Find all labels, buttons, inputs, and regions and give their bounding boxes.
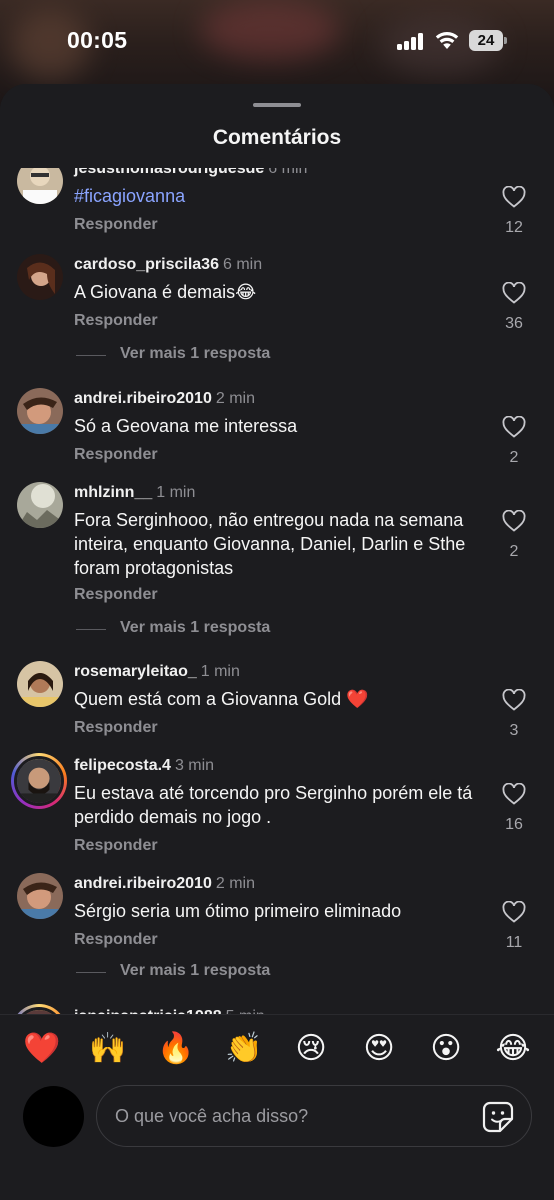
heart-icon[interactable] (502, 416, 526, 438)
view-more-replies-label: Ver mais 1 resposta (120, 619, 271, 636)
comment-username[interactable]: felipecosta.4 (74, 757, 171, 774)
avatar[interactable] (17, 482, 63, 528)
comment-username[interactable]: andrei.ribeiro2010 (74, 875, 212, 892)
like-count: 12 (505, 219, 523, 236)
status-bar: 00:05 24 (0, 0, 554, 84)
reply-button[interactable]: Responder (74, 216, 158, 234)
wifi-icon (435, 32, 459, 49)
comment-item: mhlzinn__ 1 min Fora Serginhooo, não entr… (0, 478, 554, 648)
comment-text: Fora Serginhooo, não entregou nada na se… (74, 510, 466, 578)
comment-header: rosemaryleitao_ 1 min (74, 663, 240, 681)
reply-button[interactable]: Responder (74, 586, 158, 604)
battery-level: 24 (469, 30, 503, 51)
emoji-raised-hands-button[interactable]: 🙌 (89, 1031, 126, 1067)
comment-input-container[interactable] (96, 1085, 532, 1147)
comment-header: felipecosta.4 3 min (74, 757, 214, 775)
like-count: 36 (505, 315, 523, 332)
comment-username[interactable]: mhlzinn__ (74, 484, 152, 501)
heart-icon[interactable] (502, 689, 526, 711)
comment-item: andrei.ribeiro2010 2 min Sérgio seria um … (0, 869, 554, 989)
comment-item: felipecosta.4 3 min Eu estava até torcend… (0, 751, 554, 866)
comment-text: Só a Geovana me interessa (74, 416, 298, 436)
comment-input[interactable] (115, 1086, 475, 1146)
comment-header: cardoso_priscila36 6 min (74, 256, 262, 274)
sticker-icon[interactable] (481, 1100, 515, 1134)
reply-button[interactable]: Responder (74, 312, 158, 330)
comment-time: 1 min (156, 484, 196, 501)
comment-time: 3 min (174, 757, 215, 774)
like-count: 2 (509, 449, 519, 466)
avatar[interactable] (17, 254, 63, 300)
like-count: 3 (509, 722, 519, 739)
comment-hashtag[interactable]: #ficagiovanna (74, 184, 484, 208)
heart-icon[interactable] (502, 186, 526, 208)
comment-username[interactable]: andrei.ribeiro2010 (74, 390, 212, 407)
comment-header: andrei.ribeiro2010 2 min (74, 390, 255, 408)
emoji-laughing-button[interactable]: 😂 (495, 1031, 531, 1067)
comment-username[interactable]: cardoso_priscila36 (74, 256, 219, 273)
comment-time: 1 min (200, 663, 240, 680)
reply-button[interactable]: Responder (74, 931, 158, 949)
like-count: 16 (505, 816, 523, 833)
heart-icon[interactable] (502, 282, 526, 304)
avatar[interactable] (17, 873, 63, 919)
comment-time: 2 min (215, 875, 255, 892)
emoji-surprised-button[interactable]: 😮 (428, 1031, 464, 1067)
view-more-replies-label: Ver mais 1 resposta (120, 962, 271, 979)
status-time: 00:05 (67, 27, 128, 53)
emoji-heart-button[interactable]: ❤️ (23, 1031, 60, 1067)
heart-icon[interactable] (502, 510, 526, 532)
comment-text: Eu estava até torcendo pro Serginho poré… (74, 783, 473, 827)
avatar[interactable] (17, 388, 63, 434)
comment-text: Sérgio seria um ótimo primeiro eliminado (74, 901, 402, 921)
reply-button[interactable]: Responder (74, 719, 158, 737)
my-avatar (23, 1086, 84, 1147)
comment-text: A Giovana é demais😂 (74, 282, 257, 302)
reply-button[interactable]: Responder (74, 837, 158, 855)
battery-icon: 24 (469, 30, 507, 51)
comment-text: Quem está com a Giovanna Gold ❤️ (74, 689, 369, 709)
heart-icon[interactable] (502, 901, 526, 923)
comment-header: andrei.ribeiro2010 2 min (74, 875, 255, 893)
avatar[interactable] (17, 661, 63, 707)
heart-icon[interactable] (502, 783, 526, 805)
composer-bar: ❤️ 🙌 🔥 👏 😢 😍 😮 😂 (0, 1014, 554, 1200)
comment-header: mhlzinn__ 1 min (74, 484, 195, 502)
sheet-title: Comentários (212, 126, 342, 149)
reply-button[interactable]: Responder (74, 446, 158, 464)
comment-item: cardoso_priscila36 6 min A Giovana é dema… (0, 250, 554, 370)
avatar-story-ring[interactable] (11, 753, 67, 809)
comment-item: andrei.ribeiro2010 2 min Só a Geovana me … (0, 384, 554, 474)
emoji-fire-button[interactable]: 🔥 (157, 1031, 194, 1067)
emoji-heart-eyes-button[interactable]: 😍 (361, 1031, 397, 1067)
like-count: 2 (509, 543, 519, 560)
view-more-replies-label: Ver mais 1 resposta (120, 345, 271, 362)
like-count: 11 (505, 934, 523, 951)
comment-time: 6 min (222, 256, 263, 273)
comment-item: rosemaryleitao_ 1 min Quem está com a Gio… (0, 657, 554, 747)
comment-username[interactable]: rosemaryleitao_ (74, 663, 197, 680)
emoji-clap-button[interactable]: 👏 (225, 1031, 262, 1067)
cellular-signal-icon (397, 33, 425, 50)
quick-emoji-row: ❤️ 🙌 🔥 👏 😢 😍 😮 😂 (0, 1031, 554, 1067)
emoji-crying-button[interactable]: 😢 (293, 1031, 329, 1067)
sheet-grabber[interactable] (253, 103, 301, 107)
comment-time: 2 min (215, 390, 255, 407)
